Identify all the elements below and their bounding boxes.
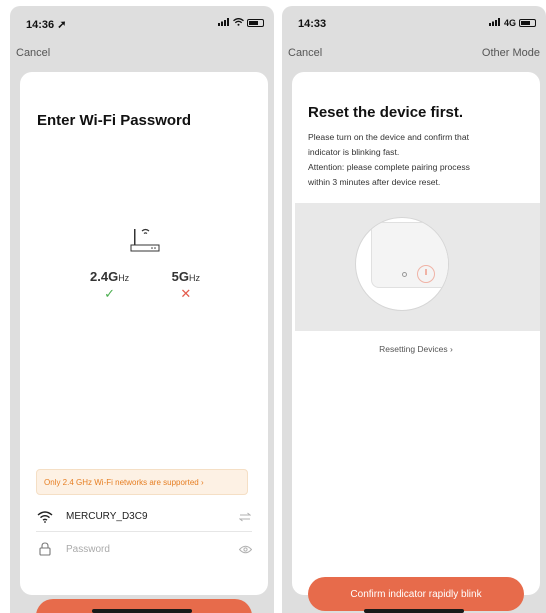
wifi-card: Enter Wi-Fi Password 2.4GHz ✓ 5GHz ✕ Onl… [20, 72, 268, 613]
band-24-label: 2.4G [90, 269, 119, 284]
password-field[interactable]: Password [36, 534, 252, 564]
router-icon [128, 224, 162, 254]
eye-icon[interactable] [238, 543, 252, 555]
wifi-password-screen: 14:36 ➚ Cancel Enter Wi-Fi Password 2.4G… [10, 6, 274, 613]
battery-icon [519, 19, 536, 27]
device-body [371, 222, 448, 288]
home-indicator [92, 609, 192, 613]
reset-card: Reset the device first. Please turn on t… [292, 72, 540, 611]
lock-icon [36, 541, 54, 557]
instruction-line: indicator is blinking fast. [308, 147, 400, 157]
switch-network-icon[interactable] [238, 511, 252, 523]
confirm-blink-button[interactable]: Confirm indicator rapidly blink [308, 577, 524, 611]
nav-bar: Cancel [10, 47, 274, 65]
band-24-unit: Hz [118, 273, 130, 283]
nav-bar: Cancel Other Mode [282, 47, 546, 65]
signal-icon [218, 18, 230, 28]
page-title: Reset the device first. [308, 104, 464, 121]
supported-networks-notice[interactable]: Only 2.4 GHz Wi-Fi networks are supporte… [36, 469, 248, 495]
wifi-name: MERCURY_D3C9 [66, 511, 148, 522]
resetting-devices-link[interactable]: Resetting Devices › [292, 344, 540, 354]
password-placeholder: Password [66, 543, 110, 555]
screenshot-page: 14:36 ➚ Cancel Enter Wi-Fi Password 2.4G… [0, 0, 546, 613]
device-illustration [295, 203, 540, 331]
cross-icon: ✕ [180, 286, 192, 301]
page-title: Enter Wi-Fi Password [37, 112, 192, 129]
band-24ghz: 2.4GHz ✓ [90, 269, 129, 302]
instruction-line: within 3 minutes after device reset. [308, 177, 441, 187]
indicator-dot [402, 272, 407, 277]
other-mode-button[interactable]: Other Mode [482, 47, 540, 59]
instruction-line: Attention: please complete pairing proce… [308, 162, 470, 172]
band-5ghz: 5GHz ✕ [172, 269, 200, 302]
wifi-network-field[interactable]: MERCURY_D3C9 [36, 502, 252, 532]
home-indicator [364, 609, 464, 613]
reset-instructions: Please turn on the device and confirm th… [308, 130, 520, 190]
wifi-status-icon [233, 18, 244, 28]
status-bar: 14:36 ➚ [10, 6, 274, 36]
status-time: 14:33 [298, 18, 327, 30]
device-circle [355, 217, 449, 311]
band-indicators: 2.4GHz ✓ 5GHz ✕ [90, 269, 200, 302]
status-bar: 14:33 4G [282, 6, 546, 36]
status-time: 14:36 ➚ [26, 19, 67, 31]
status-icons: 4G [488, 18, 536, 28]
band-5-unit: Hz [189, 273, 200, 283]
instruction-line: Please turn on the device and confirm th… [308, 132, 469, 142]
wifi-icon [36, 509, 54, 525]
cancel-button[interactable]: Cancel [288, 47, 322, 59]
cancel-button[interactable]: Cancel [16, 47, 50, 59]
battery-icon [247, 19, 264, 27]
status-icons [218, 18, 264, 28]
reset-device-screen: 14:33 4G Cancel Other Mode Reset the dev… [282, 6, 546, 613]
power-icon [417, 265, 435, 283]
band-5-label: 5G [171, 269, 189, 284]
check-icon: ✓ [104, 286, 116, 301]
network-type: 4G [503, 18, 516, 28]
signal-icon [488, 18, 501, 28]
